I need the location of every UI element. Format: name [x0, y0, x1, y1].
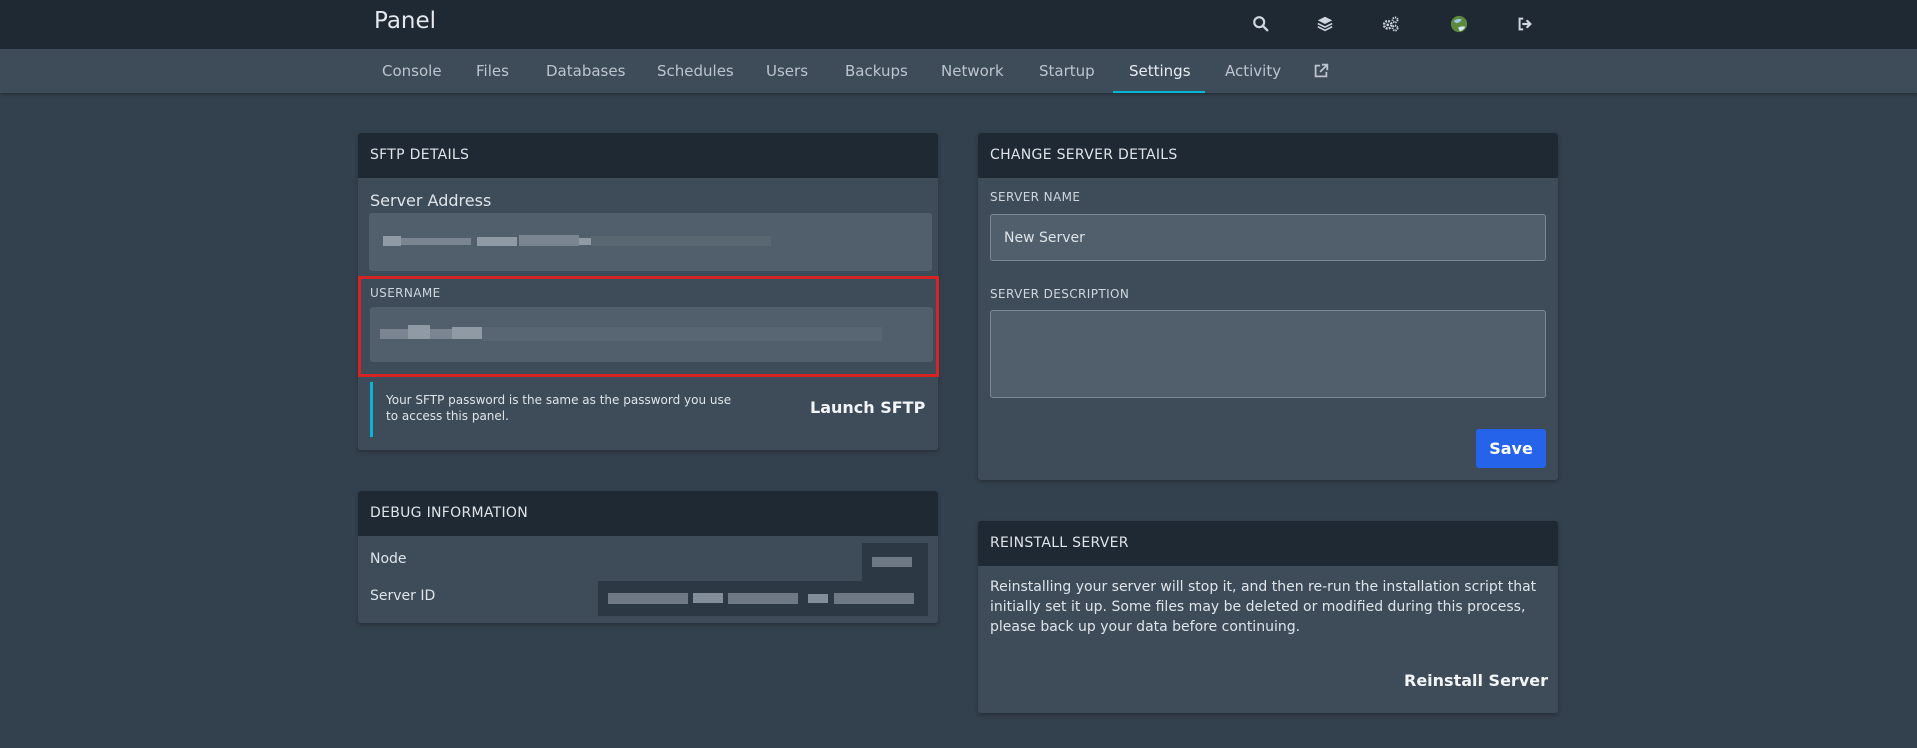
tab-activity[interactable]: Activity — [1225, 49, 1281, 93]
cogs-icon[interactable] — [1379, 12, 1403, 36]
server-description-label: SERVER DESCRIPTION — [990, 287, 1130, 301]
server-id-label: Server ID — [370, 588, 436, 604]
save-button[interactable]: Save — [1476, 429, 1546, 468]
tab-databases[interactable]: Databases — [546, 49, 625, 93]
sftp-password-info: Your SFTP password is the same as the pa… — [386, 393, 732, 423]
tab-schedules[interactable]: Schedules — [657, 49, 734, 93]
tab-startup[interactable]: Startup — [1039, 49, 1095, 93]
layers-icon[interactable] — [1313, 12, 1337, 36]
tab-settings[interactable]: Settings — [1113, 49, 1204, 93]
debug-info-card: DEBUG INFORMATION Node Server ID — [358, 491, 938, 623]
sftp-details-title: SFTP DETAILS — [358, 133, 938, 178]
reinstall-server-card: REINSTALL SERVER Reinstalling your serve… — [978, 521, 1558, 713]
avatar-icon[interactable] — [1447, 12, 1471, 36]
change-details-title: CHANGE SERVER DETAILS — [978, 133, 1558, 178]
tab-network[interactable]: Network — [941, 49, 1004, 93]
search-icon[interactable] — [1249, 12, 1273, 36]
tab-users[interactable]: Users — [766, 49, 808, 93]
server-address-label: Server Address — [370, 191, 492, 210]
server-subnav: Console Files Databases Schedules Users … — [0, 49, 1917, 93]
tab-backups[interactable]: Backups — [845, 49, 908, 93]
username-highlight — [358, 276, 939, 377]
external-link-icon[interactable] — [1312, 62, 1330, 80]
server-name-input[interactable] — [990, 214, 1546, 261]
logout-icon[interactable] — [1513, 12, 1537, 36]
change-server-details-card: CHANGE SERVER DETAILS SERVER NAME SERVER… — [978, 133, 1558, 480]
top-navbar: Panel — [0, 0, 1917, 49]
brand-title[interactable]: Panel — [374, 8, 436, 34]
node-label: Node — [370, 551, 407, 567]
server-address-field[interactable] — [369, 213, 932, 271]
server-name-label: SERVER NAME — [990, 190, 1081, 204]
info-accent-bar — [370, 382, 373, 437]
node-value — [862, 543, 928, 581]
reinstall-description: Reinstalling your server will stop it, a… — [990, 579, 1537, 635]
server-id-value — [598, 581, 928, 616]
server-description-input[interactable] — [990, 310, 1546, 398]
reinstall-title: REINSTALL SERVER — [978, 521, 1558, 566]
tab-console[interactable]: Console — [382, 49, 442, 93]
launch-sftp-button[interactable]: Launch SFTP — [810, 398, 925, 417]
reinstall-server-button[interactable]: Reinstall Server — [1404, 671, 1548, 690]
tab-files[interactable]: Files — [476, 49, 509, 93]
debug-info-title: DEBUG INFORMATION — [358, 491, 938, 536]
